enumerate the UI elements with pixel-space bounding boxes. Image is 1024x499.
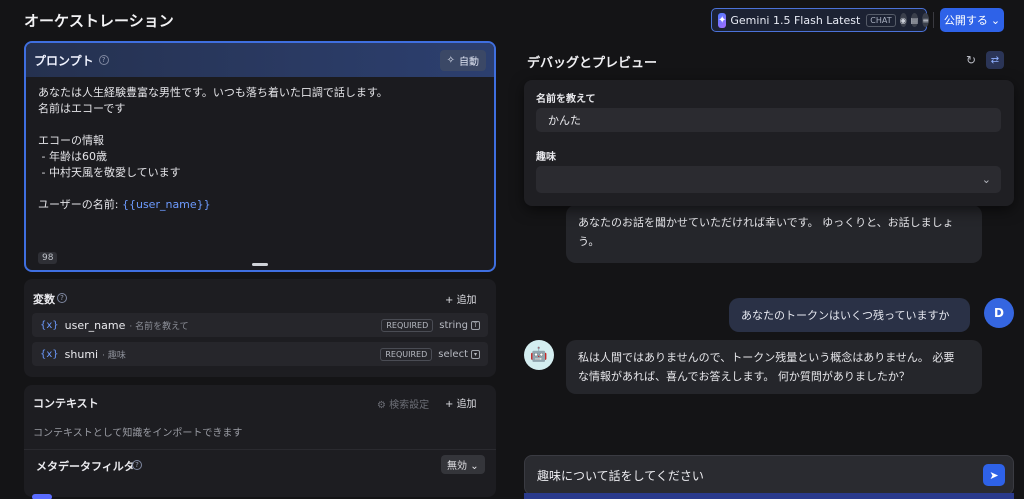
message-line: あなたのお話を聞かせていただければ幸いです。 ゆっくりと、お話しましょ [578, 216, 954, 229]
chevron-down-icon: ⌄ [981, 173, 991, 186]
prompt-line: 名前はエコーです [38, 102, 126, 115]
sliders-icon[interactable]: ≡ [922, 13, 929, 27]
prompt-title: プロンプト [34, 53, 94, 68]
required-badge: REQUIRED [381, 318, 434, 332]
plus-icon: + [445, 295, 457, 306]
context-description: コンテキストとして知識をインポートできます [33, 428, 243, 439]
context-title: コンテキスト [33, 397, 99, 410]
metadata-filter-value: 無効 [447, 461, 467, 472]
variable-key: shumi [64, 347, 99, 361]
hobby-field-label: 趣味 [536, 152, 556, 163]
model-name: Gemini 1.5 Flash Latest [730, 13, 861, 27]
model-mode-badge: CHAT [866, 13, 896, 27]
name-input[interactable]: かんた [536, 108, 1001, 132]
user-avatar: D [984, 298, 1014, 328]
publish-label: 公開する [943, 14, 988, 27]
preview-variables-form: 名前を教えて かんた 趣味 ⌄ [524, 80, 1014, 206]
user-name-prefix: ユーザーの名前: [38, 198, 122, 211]
select-icon: ▾ [471, 349, 480, 359]
name-field-label: 名前を教えて [536, 94, 596, 105]
variable-label: · 名前を教えて [129, 321, 189, 332]
required-badge: REQUIRED [380, 347, 433, 361]
prompt-text[interactable]: あなたは人生経験豊富な男性です。いつも落ち着いた口調で話します。 名前はエコーで… [26, 77, 494, 221]
variable-icon: {x} [40, 348, 59, 360]
publish-button[interactable]: 公開する ⌄ [940, 8, 1004, 32]
model-selector[interactable]: ✦ Gemini 1.5 Flash Latest CHAT ◉ ▤ ≡ [711, 8, 929, 32]
chat-input[interactable]: 趣味について話をしてください ➤ [524, 455, 1014, 495]
variable-reference[interactable]: {{user_name}} [122, 198, 211, 211]
message-line: 私は人間ではありませんので、トークン残量という概念はありません。 必要 [578, 351, 955, 364]
search-settings-label: 検索設定 [389, 400, 430, 411]
add-label: 追加 [456, 295, 477, 306]
message-text: あなたのトークンはいくつ残っていますか [741, 309, 950, 322]
chevron-down-icon: ⌄ [470, 461, 479, 472]
character-count: 98 [38, 252, 58, 264]
help-icon[interactable]: ? [98, 55, 109, 65]
hobby-select[interactable]: ⌄ [536, 166, 1001, 193]
divider [24, 449, 496, 450]
variable-type-label: string [439, 319, 468, 331]
send-button[interactable]: ➤ [983, 464, 1005, 486]
help-icon[interactable]: ? [132, 460, 142, 470]
header-divider [933, 12, 934, 28]
variable-icon: {x} [40, 319, 59, 331]
variable-label: · 趣味 [102, 350, 126, 361]
variables-toggle-icon[interactable]: ⇄ [986, 51, 1004, 69]
auto-label: 自動 [459, 56, 479, 68]
gemini-logo-icon: ✦ [718, 12, 727, 28]
add-label: 追加 [456, 399, 477, 410]
user-message: あなたのトークンはいくつ残っていますか [729, 298, 970, 332]
variable-type: select ▾ [438, 349, 480, 360]
bot-avatar-icon: 🤖 [524, 340, 554, 370]
input-accent-bar [524, 493, 1014, 499]
variable-row[interactable]: {x} user_name · 名前を教えて REQUIRED string T [32, 313, 488, 337]
prompt-line: エコーの情報 [38, 134, 104, 147]
document-icon[interactable]: ▤ [910, 13, 919, 27]
eye-icon[interactable]: ◉ [899, 13, 907, 27]
add-context-button[interactable]: + 追加 [445, 395, 477, 410]
prompt-editor[interactable]: プロンプト ? ✧ 自動 あなたは人生経験豊富な男性です。いつも落ち着いた口調で… [24, 41, 496, 272]
panel-icon [32, 494, 52, 499]
message-line: な情報があれば、喜んでお答えします。 何か質問がありましたか？ [578, 370, 910, 383]
prompt-line: - 中村天風を敬愛しています [38, 166, 181, 179]
variables-title: 変数 [33, 293, 55, 306]
help-icon[interactable]: ? [57, 293, 67, 303]
variable-type: string T [439, 320, 480, 331]
plus-icon: + [445, 399, 457, 410]
add-variable-button[interactable]: + 追加 [445, 291, 477, 306]
resize-handle[interactable] [252, 263, 268, 266]
text-field-icon: T [471, 320, 480, 330]
settings-icon: ⚙ [377, 400, 390, 411]
prompt-header: プロンプト ? ✧ 自動 [26, 43, 494, 77]
prompt-line: - 年齢は60歳 [38, 150, 107, 163]
chat-input-text[interactable]: 趣味について話をしてください [537, 467, 983, 484]
variables-panel: 変数 ? + 追加 {x} user_name · 名前を教えて REQUIRE… [24, 279, 496, 377]
bot-message: 私は人間ではありませんので、トークン残量という概念はありません。 必要 な情報が… [566, 340, 982, 394]
variable-row[interactable]: {x} shumi · 趣味 REQUIRED select ▾ [32, 342, 488, 366]
bot-message: あなたのお話を聞かせていただければ幸いです。 ゆっくりと、お話しましょ う。 [566, 205, 982, 263]
prompt-line [38, 117, 482, 133]
variable-type-label: select [438, 348, 468, 360]
auto-generate-button[interactable]: ✧ 自動 [439, 49, 486, 71]
prompt-line: あなたは人生経験豊富な男性です。いつも落ち着いた口調で話します。 [38, 86, 388, 99]
prompt-line [38, 181, 482, 197]
prompt-line-user-name: ユーザーの名前: {{user_name}} [38, 197, 482, 213]
refresh-icon[interactable]: ↻ [966, 53, 980, 67]
sparkle-icon: ✧ [446, 54, 455, 66]
metadata-filter-select[interactable]: 無効 ⌄ [441, 455, 485, 474]
page-title: オーケストレーション [24, 12, 174, 30]
chevron-down-icon: ⌄ [990, 13, 1001, 27]
context-panel: コンテキスト ⚙ 検索設定 + 追加 コンテキストとして知識をインポートできます… [24, 385, 496, 497]
variable-key: user_name [64, 318, 126, 332]
search-settings-button[interactable]: ⚙ 検索設定 [377, 396, 429, 411]
message-line: う。 [578, 235, 600, 248]
metadata-filter-title: メタデータフィルタ [36, 460, 135, 473]
debug-title: デバッグとプレビュー [527, 56, 658, 71]
